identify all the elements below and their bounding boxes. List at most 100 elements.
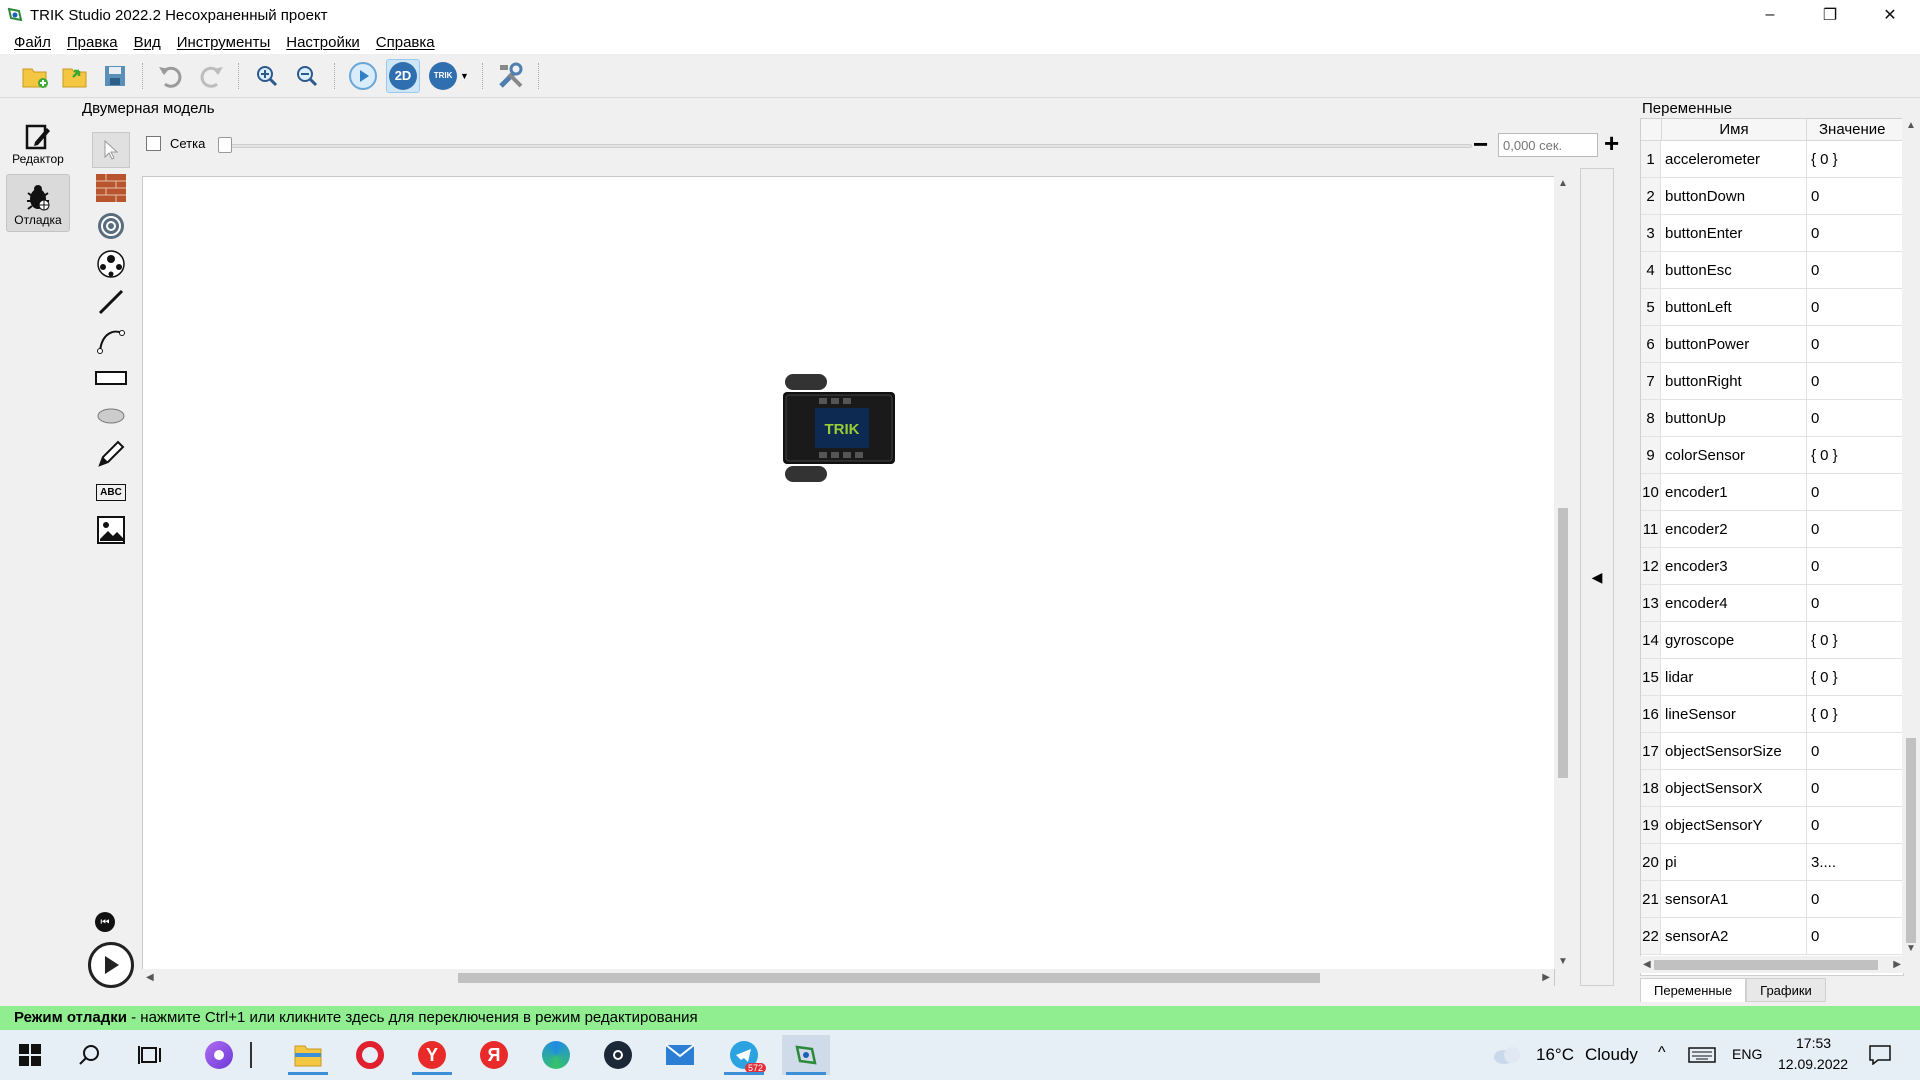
model-canvas[interactable] bbox=[142, 176, 1555, 986]
mail-icon[interactable] bbox=[656, 1035, 704, 1075]
minimize-button[interactable]: – bbox=[1740, 0, 1800, 30]
variable-row[interactable]: 19 objectSensorY 0 bbox=[1641, 807, 1903, 844]
variable-value[interactable]: 3.... bbox=[1807, 854, 1836, 871]
windows-start-icon[interactable] bbox=[6, 1035, 54, 1075]
variable-row[interactable]: 22 sensorA2 0 bbox=[1641, 918, 1903, 955]
search-icon[interactable] bbox=[66, 1035, 114, 1075]
scroll-up-arrow-icon[interactable]: ▲ bbox=[1558, 178, 1568, 189]
trik-studio-taskbar-icon[interactable] bbox=[782, 1035, 830, 1075]
maximize-button[interactable]: ❐ bbox=[1800, 0, 1860, 30]
2d-model-button[interactable]: 2D bbox=[386, 58, 420, 93]
variable-row[interactable]: 17 objectSensorSize 0 bbox=[1641, 733, 1903, 770]
redo-icon[interactable] bbox=[194, 59, 228, 93]
debug-mode-button[interactable]: Отладка bbox=[6, 174, 70, 232]
line-icon[interactable] bbox=[92, 284, 130, 320]
variable-row[interactable]: 3 buttonEnter 0 bbox=[1641, 215, 1903, 252]
run-icon[interactable] bbox=[346, 59, 380, 93]
variable-value[interactable]: 0 bbox=[1807, 521, 1819, 538]
reset-simulation-icon[interactable]: ⏮ bbox=[95, 912, 115, 932]
variable-value[interactable]: 0 bbox=[1807, 558, 1819, 575]
zoom-out-icon[interactable] bbox=[290, 59, 324, 93]
ball-icon[interactable] bbox=[92, 246, 130, 282]
menu-file[interactable]: Файл bbox=[6, 34, 59, 51]
variable-value[interactable]: 0 bbox=[1807, 225, 1819, 242]
variable-row[interactable]: 5 buttonLeft 0 bbox=[1641, 289, 1903, 326]
variable-value[interactable]: 0 bbox=[1807, 743, 1819, 760]
close-button[interactable]: ✕ bbox=[1860, 0, 1920, 30]
time-field[interactable] bbox=[1498, 133, 1598, 157]
scroll-left-arrow-icon[interactable]: ◀ bbox=[146, 972, 154, 983]
weather-temp[interactable]: 16°C bbox=[1536, 1045, 1574, 1065]
clock-time[interactable]: 17:53 bbox=[1796, 1035, 1831, 1051]
variable-row[interactable]: 9 colorSensor{ 0 } bbox=[1641, 437, 1903, 474]
wall-icon[interactable] bbox=[92, 170, 130, 206]
variable-row[interactable]: 8 buttonUp 0 bbox=[1641, 400, 1903, 437]
trik-robot[interactable]: TRIK bbox=[783, 372, 895, 484]
variable-value[interactable]: { 0 } bbox=[1807, 669, 1838, 686]
variable-value[interactable]: 0 bbox=[1807, 188, 1819, 205]
variable-value[interactable]: 0 bbox=[1807, 336, 1819, 353]
variable-value[interactable]: { 0 } bbox=[1807, 632, 1838, 649]
variable-row[interactable]: 4 buttonEsc 0 bbox=[1641, 252, 1903, 289]
variable-row[interactable]: 7 buttonRight 0 bbox=[1641, 363, 1903, 400]
language-indicator[interactable]: ENG bbox=[1732, 1046, 1762, 1062]
menu-help[interactable]: Справка bbox=[368, 34, 443, 51]
play-icon[interactable] bbox=[88, 942, 134, 988]
menu-view[interactable]: Вид bbox=[126, 34, 169, 51]
variable-value[interactable]: { 0 } bbox=[1807, 447, 1838, 464]
tab-variables[interactable]: Переменные bbox=[1640, 978, 1747, 1002]
scroll-down-arrow-icon[interactable]: ▼ bbox=[1906, 943, 1916, 954]
telegram-icon[interactable]: 572 bbox=[720, 1035, 768, 1075]
variable-value[interactable]: 0 bbox=[1807, 891, 1819, 908]
slider-handle[interactable] bbox=[218, 137, 232, 153]
scroll-right-arrow-icon[interactable]: ▶ bbox=[1542, 972, 1550, 983]
variable-row[interactable]: 6 buttonPower 0 bbox=[1641, 326, 1903, 363]
yandex-icon[interactable]: Я bbox=[470, 1035, 518, 1075]
variable-value[interactable]: 0 bbox=[1807, 817, 1819, 834]
scroll-right-arrow-icon[interactable]: ▶ bbox=[1893, 959, 1901, 970]
variable-row[interactable]: 12 encoder3 0 bbox=[1641, 548, 1903, 585]
cursor-icon[interactable] bbox=[92, 132, 130, 168]
variable-value[interactable]: 0 bbox=[1807, 780, 1819, 797]
settings-tools-icon[interactable] bbox=[494, 59, 528, 93]
weather-cloudy-icon[interactable] bbox=[1492, 1035, 1522, 1075]
variable-row[interactable]: 1 accelerometer{ 0 } bbox=[1641, 141, 1903, 178]
text-icon[interactable]: ABC bbox=[92, 474, 130, 510]
column-header-name[interactable]: Имя bbox=[1661, 119, 1807, 140]
minus-icon[interactable]: − bbox=[1473, 131, 1488, 157]
pencil-icon[interactable] bbox=[92, 436, 130, 472]
save-icon[interactable] bbox=[98, 59, 132, 93]
collapse-panel-button[interactable]: ◀ bbox=[1580, 168, 1614, 986]
edge-icon[interactable] bbox=[532, 1035, 580, 1075]
canvas-vertical-scrollbar[interactable]: ▲ ▼ bbox=[1554, 176, 1572, 969]
scroll-up-arrow-icon[interactable]: ▲ bbox=[1906, 120, 1916, 131]
variable-row[interactable]: 11 encoder2 0 bbox=[1641, 511, 1903, 548]
yandex-browser-icon[interactable]: Y bbox=[408, 1035, 456, 1075]
tray-chevron-up-icon[interactable]: ^ bbox=[1658, 1044, 1666, 1062]
opera-icon[interactable] bbox=[346, 1035, 394, 1075]
clock-date[interactable]: 12.09.2022 bbox=[1778, 1056, 1848, 1072]
open-folder-icon[interactable] bbox=[58, 59, 92, 93]
variable-value[interactable]: { 0 } bbox=[1807, 151, 1838, 168]
variable-row[interactable]: 2 buttonDown 0 bbox=[1641, 178, 1903, 215]
grid-checkbox[interactable] bbox=[146, 136, 161, 151]
tab-graphs[interactable]: Графики bbox=[1746, 978, 1826, 1002]
bezier-icon[interactable] bbox=[92, 322, 130, 358]
variables-vertical-scrollbar[interactable]: ▲ ▼ bbox=[1902, 118, 1919, 956]
variable-row[interactable]: 16 lineSensor{ 0 } bbox=[1641, 696, 1903, 733]
weather-text[interactable]: Cloudy bbox=[1585, 1045, 1638, 1065]
variable-value[interactable]: 0 bbox=[1807, 928, 1819, 945]
variable-value[interactable]: 0 bbox=[1807, 484, 1819, 501]
variable-value[interactable]: 0 bbox=[1807, 262, 1819, 279]
variable-row[interactable]: 21 sensorA1 0 bbox=[1641, 881, 1903, 918]
file-explorer-icon[interactable] bbox=[284, 1035, 332, 1075]
menu-tools[interactable]: Инструменты bbox=[169, 34, 279, 51]
column-header-value[interactable]: Значение bbox=[1807, 119, 1903, 140]
task-view-icon[interactable] bbox=[126, 1035, 174, 1075]
variable-row[interactable]: 15 lidar{ 0 } bbox=[1641, 659, 1903, 696]
robot-model-dropdown[interactable]: TRIK ▼ bbox=[426, 59, 472, 93]
variable-value[interactable]: 0 bbox=[1807, 373, 1819, 390]
variable-row[interactable]: 18 objectSensorX 0 bbox=[1641, 770, 1903, 807]
scroll-thumb[interactable] bbox=[1906, 738, 1916, 943]
variable-value[interactable]: 0 bbox=[1807, 595, 1819, 612]
